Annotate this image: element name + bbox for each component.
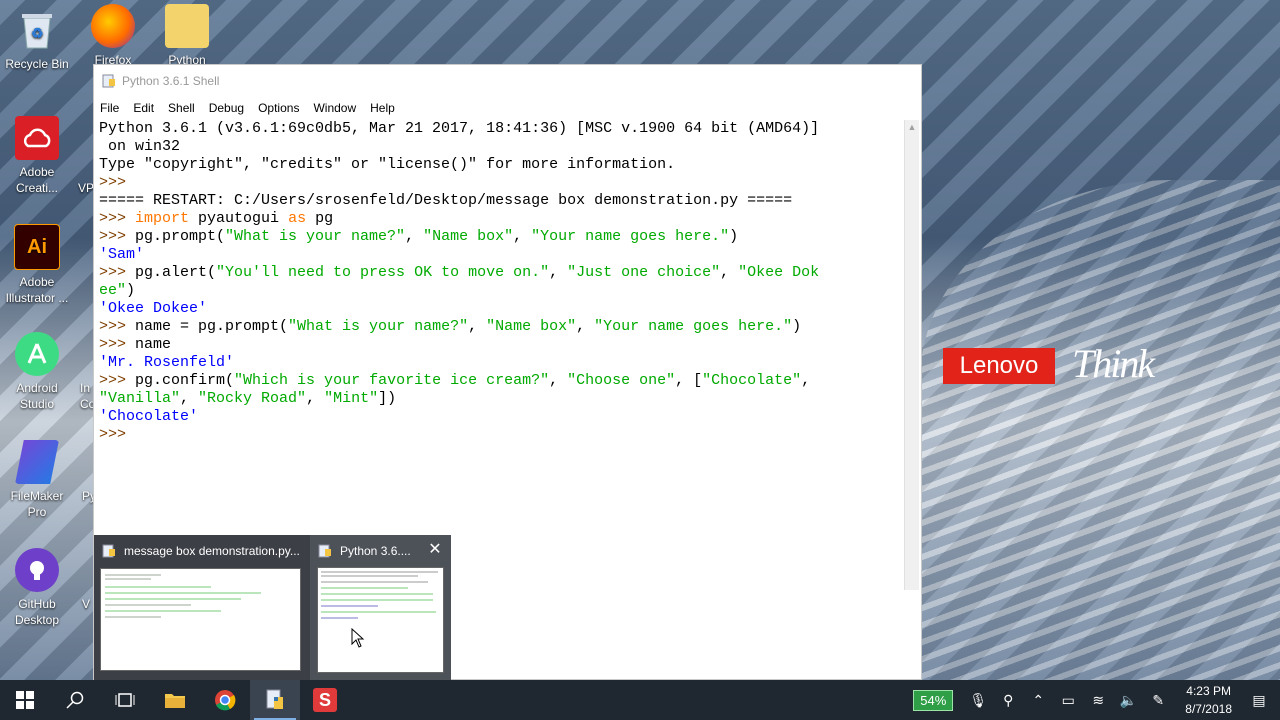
volume-muted-icon[interactable]: 🔈 bbox=[1113, 692, 1143, 709]
desktop-icon-android-studio[interactable]: Android Studio bbox=[0, 332, 74, 412]
file-explorer-icon bbox=[165, 694, 185, 708]
power-icon[interactable]: ▭ bbox=[1053, 692, 1083, 709]
wifi-icon[interactable]: ≋ bbox=[1083, 692, 1113, 709]
system-tray: 54% 🎙 ⚲ ⌃ ▭ ≋ 🔈 ✎ 4:23 PM 8/7/2018 ▤ bbox=[913, 680, 1280, 720]
desktop-icon-label: Android Studio bbox=[16, 381, 58, 411]
android-studio-icon bbox=[15, 332, 59, 376]
console-line: ee") bbox=[99, 282, 136, 299]
clock-time: 4:23 PM bbox=[1186, 684, 1231, 698]
console-line: >>> pg.alert("You'll need to press OK to… bbox=[99, 264, 820, 281]
desktop-icon-label: FileMaker Pro bbox=[10, 489, 64, 519]
console-line: >>> import pyautogui as pg bbox=[99, 210, 334, 227]
thumbnail-image bbox=[317, 567, 444, 673]
console-line: >>> pg.confirm("Which is your favorite i… bbox=[99, 372, 811, 389]
desktop-icon-label: Recycle Bin bbox=[5, 57, 69, 71]
filemaker-icon bbox=[15, 440, 59, 484]
clock-date: 8/7/2018 bbox=[1185, 702, 1232, 716]
idle-shell-icon bbox=[318, 544, 331, 558]
console-line: Type "copyright", "credits" or "license(… bbox=[99, 156, 676, 173]
think-logo: Think bbox=[1072, 341, 1155, 386]
adobe-illustrator-icon: Ai bbox=[14, 224, 60, 270]
desktop-icon-github[interactable]: GitHub Desktop bbox=[0, 548, 74, 628]
thumbnail-python-shell[interactable]: Python 3.6.... ✕ bbox=[310, 535, 451, 680]
adobe-creative-cloud-icon bbox=[15, 116, 59, 160]
menu-debug[interactable]: Debug bbox=[209, 101, 244, 115]
taskbar: S 54% 🎙 ⚲ ⌃ ▭ ≋ 🔈 ✎ 4:23 PM 8/7/2018 ▤ bbox=[0, 680, 1280, 720]
menu-help[interactable]: Help bbox=[370, 101, 395, 115]
search-icon bbox=[66, 691, 84, 709]
wallpaper-curve bbox=[920, 180, 1280, 680]
battery-indicator[interactable]: 54% bbox=[913, 689, 954, 711]
task-view-button[interactable] bbox=[100, 680, 150, 720]
scroll-up-icon[interactable]: ▲ bbox=[905, 120, 919, 134]
svg-text:♻: ♻ bbox=[31, 25, 44, 41]
chrome-icon bbox=[215, 690, 236, 711]
window-titlebar[interactable]: Python 3.6.1 Shell bbox=[94, 65, 921, 96]
chevron-up-icon[interactable]: ⌃ bbox=[1023, 692, 1053, 709]
notifications-icon[interactable]: ▤ bbox=[1244, 692, 1274, 709]
taskbar-file-explorer[interactable] bbox=[150, 680, 200, 720]
menu-bar: File Edit Shell Debug Options Window Hel… bbox=[94, 96, 921, 120]
snagit-icon: S bbox=[313, 688, 337, 712]
desktop-icon-illustrator[interactable]: Ai Adobe Illustrator ... bbox=[0, 224, 74, 306]
people-icon[interactable]: ⚲ bbox=[993, 692, 1023, 709]
recycle-bin-icon: ♻ bbox=[15, 8, 59, 52]
thumbnail-title: Python 3.6.... bbox=[340, 544, 411, 558]
console-line: >>> name = pg.prompt("What is your name?… bbox=[99, 318, 802, 335]
search-button[interactable] bbox=[50, 680, 100, 720]
console-line: "Vanilla", "Rocky Road", "Mint"]) bbox=[99, 390, 397, 407]
task-view-icon bbox=[115, 693, 135, 707]
desktop-icon-label: Adobe Creati... bbox=[15, 165, 58, 195]
lenovo-logo: Lenovo bbox=[943, 348, 1055, 384]
console-line: >>> pg.prompt("What is your name?", "Nam… bbox=[99, 228, 739, 245]
console-line: 'Mr. Rosenfeld' bbox=[99, 354, 235, 371]
console-line: >>> name bbox=[99, 336, 172, 353]
start-button[interactable] bbox=[0, 680, 50, 720]
desktop-icon-filemaker[interactable]: FileMaker Pro bbox=[0, 440, 74, 520]
idle-icon bbox=[102, 74, 115, 87]
mouse-cursor-icon bbox=[351, 628, 365, 648]
menu-options[interactable]: Options bbox=[258, 101, 299, 115]
github-icon bbox=[15, 548, 59, 592]
taskbar-chrome[interactable] bbox=[200, 680, 250, 720]
console-line: 'Chocolate' bbox=[99, 408, 199, 425]
thumbnail-image bbox=[100, 568, 301, 671]
console-line: Python 3.6.1 (v3.6.1:69c0db5, Mar 21 201… bbox=[99, 120, 820, 137]
taskbar-snagit[interactable]: S bbox=[300, 680, 350, 720]
menu-shell[interactable]: Shell bbox=[168, 101, 195, 115]
firefox-icon bbox=[91, 4, 135, 48]
taskbar-python-idle[interactable] bbox=[250, 680, 300, 720]
desktop-icon-firefox[interactable]: Firefox bbox=[76, 4, 150, 68]
idle-taskbar-icon bbox=[266, 689, 283, 709]
thumbnail-title: message box demonstration.py... bbox=[124, 544, 300, 558]
desktop-icon-python[interactable]: Python bbox=[150, 4, 224, 68]
console-line: ===== RESTART: C:/Users/srosenfeld/Deskt… bbox=[99, 192, 793, 209]
windows-logo-icon bbox=[16, 691, 34, 709]
desktop-icon-recycle-bin[interactable]: ♻ Recycle Bin bbox=[0, 8, 74, 72]
desktop-icon-label: Adobe Illustrator ... bbox=[5, 275, 69, 305]
console-line: on win32 bbox=[99, 138, 181, 155]
window-title: Python 3.6.1 Shell bbox=[122, 73, 220, 88]
console-line: 'Sam' bbox=[99, 246, 145, 263]
pen-icon[interactable]: ✎ bbox=[1143, 692, 1173, 709]
shell-console[interactable]: Python 3.6.1 (v3.6.1:69c0db5, Mar 21 201… bbox=[99, 120, 904, 590]
console-line: 'Okee Dokee' bbox=[99, 300, 208, 317]
desktop-icon-adobe-cc[interactable]: Adobe Creati... bbox=[0, 116, 74, 196]
menu-edit[interactable]: Edit bbox=[133, 101, 154, 115]
thumbnail-message-box[interactable]: message box demonstration.py... bbox=[94, 535, 307, 680]
console-line: >>> bbox=[99, 174, 136, 191]
microphone-icon[interactable]: 🎙 bbox=[963, 692, 993, 709]
folder-icon bbox=[165, 4, 209, 48]
menu-file[interactable]: File bbox=[100, 101, 119, 115]
close-icon[interactable]: ✕ bbox=[427, 542, 443, 558]
taskbar-thumbnail-preview: message box demonstration.py... Python 3… bbox=[94, 535, 451, 680]
desktop-icon-label: GitHub Desktop bbox=[14, 597, 60, 627]
vertical-scrollbar[interactable]: ▲ bbox=[904, 120, 919, 590]
console-line: >>> bbox=[99, 426, 136, 443]
clock[interactable]: 4:23 PM 8/7/2018 bbox=[1185, 682, 1232, 718]
idle-file-icon bbox=[102, 544, 115, 558]
menu-window[interactable]: Window bbox=[313, 101, 356, 115]
